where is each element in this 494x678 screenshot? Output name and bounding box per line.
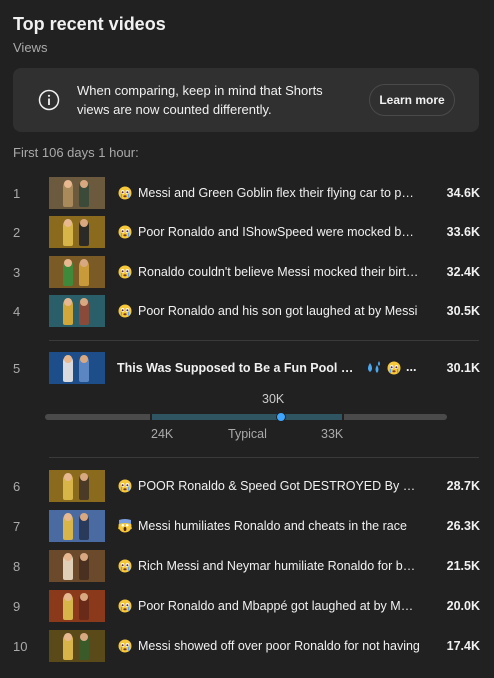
video-row[interactable]: 9 Poor Ronaldo and Mbappé got laughed at …	[0, 590, 494, 624]
title-ellipsis: ...	[406, 360, 417, 374]
range-tick	[342, 414, 344, 420]
video-title[interactable]: Messi humiliates Ronaldo and cheats in t…	[138, 519, 420, 533]
video-views: 34.6K	[446, 186, 480, 200]
video-views: 20.0K	[446, 599, 480, 613]
video-row-highlighted[interactable]: 5 This Was Supposed to Be a Fun Pool Day.…	[0, 352, 494, 386]
video-thumbnail	[49, 295, 105, 327]
video-title[interactable]: POOR Ronaldo & Speed Got DESTROYED By Me…	[138, 479, 420, 493]
video-title[interactable]: Poor Ronaldo and his son got laughed at …	[138, 304, 420, 318]
video-thumbnail	[49, 256, 105, 288]
video-rank: 4	[13, 304, 21, 319]
video-views: 17.4K	[446, 639, 480, 653]
video-views: 30.5K	[446, 304, 480, 318]
range-low-label: 24K	[151, 427, 174, 441]
range-marker	[276, 412, 287, 422]
video-thumbnail	[49, 352, 105, 384]
range-typical-label: Typical	[228, 427, 267, 441]
video-title[interactable]: Ronaldo couldn't believe Messi mocked th…	[138, 265, 420, 279]
video-thumbnail	[49, 216, 105, 248]
video-thumbnail	[49, 177, 105, 209]
video-title[interactable]: Messi and Green Goblin flex their flying…	[138, 186, 420, 200]
video-thumbnail	[49, 510, 105, 542]
video-row[interactable]: 7 Messi humiliates Ronaldo and cheats in …	[0, 510, 494, 544]
crying-face-icon	[118, 599, 132, 613]
video-thumbnail	[49, 630, 105, 662]
video-row[interactable]: 6 POOR Ronaldo & Speed Got DESTROYED By M…	[0, 470, 494, 504]
sweat-droplets-icon	[368, 361, 380, 373]
typical-range-band	[151, 414, 343, 420]
video-title[interactable]: Poor Ronaldo and IShowSpeed were mocked …	[138, 225, 420, 239]
section-subtitle: Views	[13, 40, 48, 55]
period-label: First 106 days 1 hour:	[13, 145, 139, 160]
range-high-label: 33K	[321, 427, 344, 441]
screaming-face-icon	[118, 519, 132, 533]
video-rank: 6	[13, 479, 21, 494]
video-thumbnail	[49, 470, 105, 502]
divider	[49, 340, 479, 341]
crying-face-icon	[387, 361, 401, 375]
video-title[interactable]: Poor Ronaldo and Mbappé got laughed at b…	[138, 599, 420, 613]
crying-face-icon	[118, 225, 132, 239]
crying-face-icon	[118, 304, 132, 318]
learn-more-button[interactable]: Learn more	[369, 84, 455, 116]
crying-face-icon	[118, 639, 132, 653]
video-row[interactable]: 2 Poor Ronaldo and IShowSpeed were mocked…	[0, 216, 494, 250]
video-rank: 7	[13, 519, 21, 534]
video-rank: 9	[13, 599, 21, 614]
video-row[interactable]: 1 Messi and Green Goblin flex their flyin…	[0, 177, 494, 211]
info-icon	[38, 89, 60, 111]
video-rank: 10	[13, 639, 28, 654]
crying-face-icon	[118, 479, 132, 493]
crying-face-icon	[118, 186, 132, 200]
notice-text: When comparing, keep in mind that Shorts…	[77, 83, 323, 117]
section-title: Top recent videos	[13, 14, 166, 34]
video-views: 21.5K	[446, 559, 480, 573]
crying-face-icon	[118, 559, 132, 573]
crying-face-icon	[118, 265, 132, 279]
video-title[interactable]: Rich Messi and Neymar humiliate Ronaldo …	[138, 559, 420, 573]
divider	[49, 457, 479, 458]
video-rank: 3	[13, 265, 21, 280]
video-thumbnail	[49, 590, 105, 622]
range-tick	[150, 414, 152, 420]
video-row[interactable]: 8 Rich Messi and Neymar humiliate Ronaldo…	[0, 550, 494, 584]
video-views: 26.3K	[446, 519, 480, 533]
range-current-label: 30K	[262, 392, 285, 406]
video-title[interactable]: Messi showed off over poor Ronaldo for n…	[138, 639, 420, 653]
shorts-notice-banner: When comparing, keep in mind that Shorts…	[13, 68, 479, 132]
video-views: 32.4K	[446, 265, 480, 279]
video-views: 30.1K	[446, 361, 480, 375]
video-thumbnail	[49, 550, 105, 582]
video-title[interactable]: This Was Supposed to Be a Fun Pool Day..…	[117, 361, 361, 375]
video-rank: 8	[13, 559, 21, 574]
video-row[interactable]: 10 Messi showed off over poor Ronaldo for…	[0, 630, 494, 664]
video-row[interactable]: 3 Ronaldo couldn't believe Messi mocked t…	[0, 256, 494, 290]
video-views: 33.6K	[446, 225, 480, 239]
video-rank: 1	[13, 186, 21, 201]
video-row[interactable]: 4 Poor Ronaldo and his son got laughed at…	[0, 295, 494, 329]
video-views: 28.7K	[446, 479, 480, 493]
video-rank: 5	[13, 361, 21, 376]
video-rank: 2	[13, 225, 21, 240]
